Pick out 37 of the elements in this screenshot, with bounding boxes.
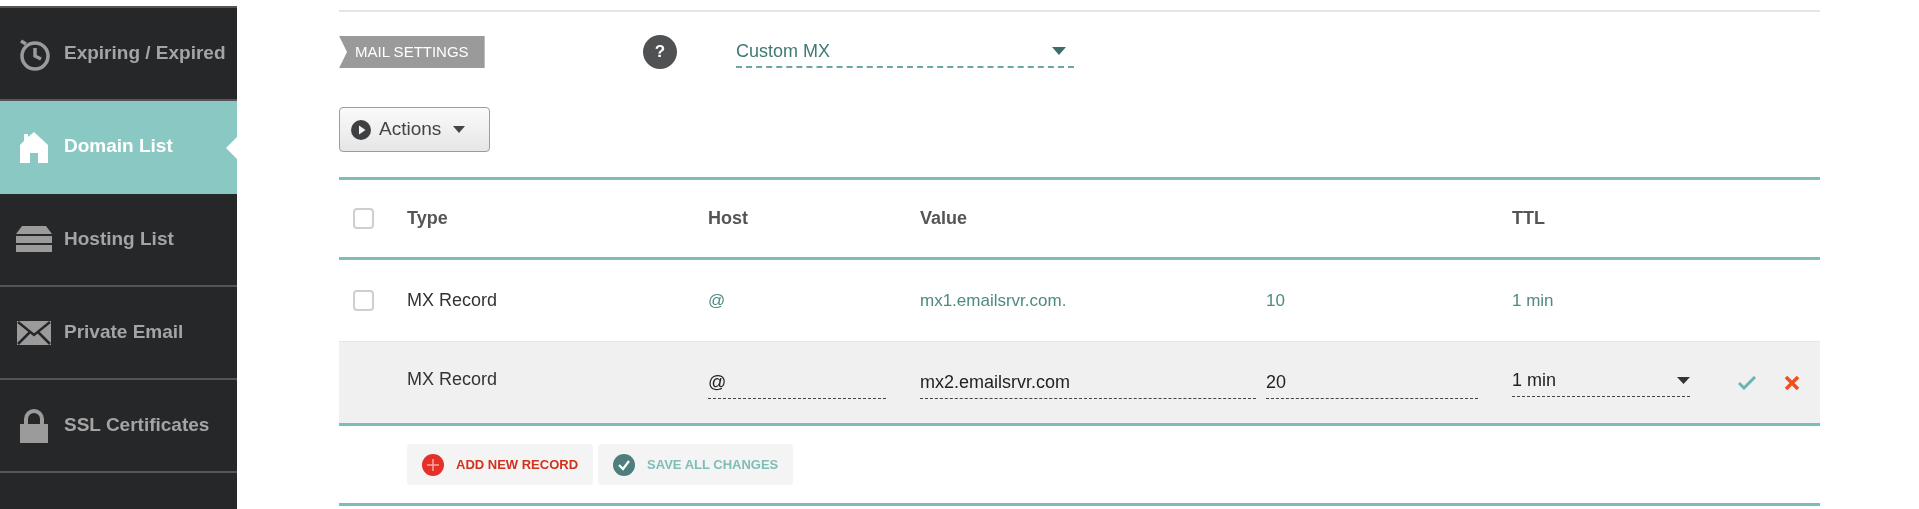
play-icon: [351, 119, 371, 140]
caret-icon: [1677, 376, 1690, 384]
column-header: Type: [407, 207, 448, 230]
table-cell-text: mx1.emailsrvr.com.: [920, 289, 1067, 312]
sidebar-item[interactable]: Private Email: [0, 287, 237, 380]
table-cell-text: MX Record: [407, 368, 498, 391]
column-header: Value: [920, 207, 968, 230]
column-header: Host: [708, 207, 748, 230]
actions-button[interactable]: Actions: [339, 107, 490, 152]
table-cell-text: MX Record: [407, 289, 498, 312]
checkbox[interactable]: [353, 208, 374, 229]
plus-icon: [422, 453, 444, 476]
table-cell-text: @: [708, 289, 726, 312]
pointer-notch: [226, 137, 237, 159]
house-icon: [19, 130, 49, 163]
add-record-button[interactable]: ADD NEW RECORD: [407, 444, 594, 485]
server-icon: [16, 225, 52, 254]
mx-dropdown[interactable]: Custom MX: [736, 36, 1074, 68]
confirm-icon[interactable]: [1738, 375, 1756, 390]
sidebar-item[interactable]: SSL Certificates: [0, 380, 237, 473]
caret-icon: [453, 126, 466, 133]
check-icon: [613, 453, 636, 476]
table-cell-text: 1 min: [1512, 289, 1554, 312]
close-icon[interactable]: [1784, 374, 1800, 391]
input-field[interactable]: @: [708, 366, 886, 399]
ttl-dropdown[interactable]: 1 min: [1512, 364, 1690, 397]
caret-icon: [1052, 47, 1066, 55]
checkbox[interactable]: [353, 290, 374, 311]
padlock-icon: [20, 408, 48, 443]
sidebar-item[interactable]: Hosting List: [0, 194, 237, 287]
column-header: TTL: [1512, 207, 1545, 230]
input-field[interactable]: 20: [1266, 366, 1478, 399]
table-cell-text: 10: [1266, 289, 1285, 312]
envelope-icon: [17, 320, 51, 345]
help-button[interactable]: ?: [643, 35, 677, 69]
section-tag: MAIL SETTINGS: [339, 35, 485, 69]
input-field[interactable]: mx2.emailsrvr.com: [920, 366, 1256, 399]
